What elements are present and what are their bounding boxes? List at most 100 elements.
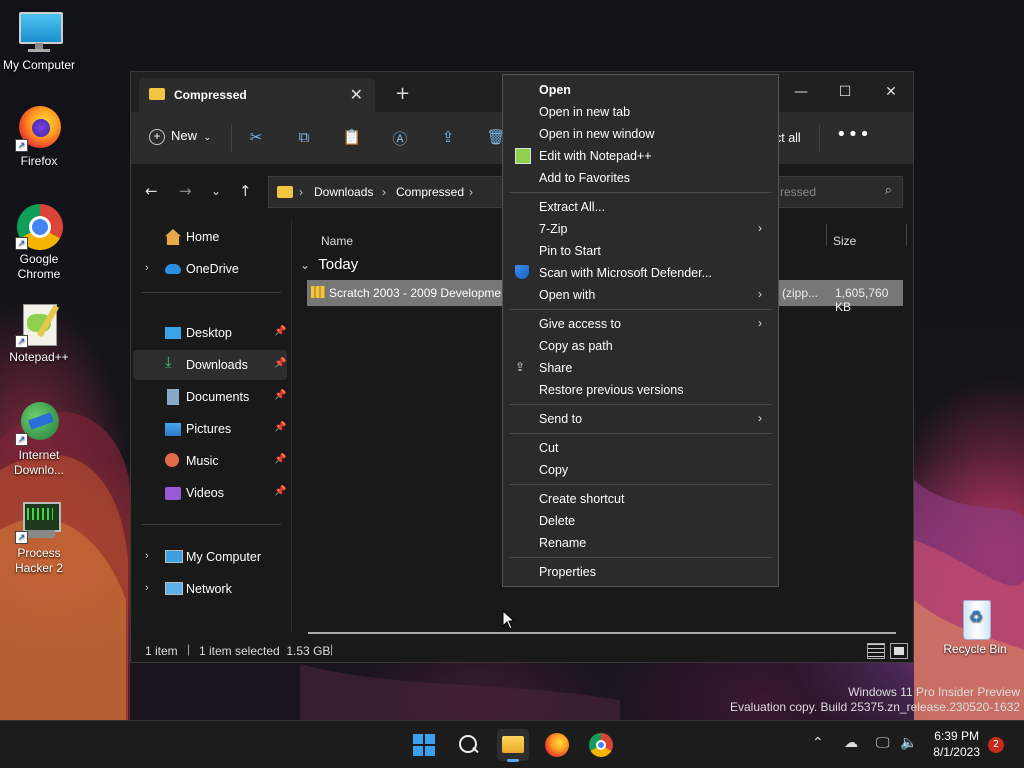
menu-item-create-shortcut[interactable]: Create shortcut bbox=[507, 488, 774, 510]
menu-item-properties[interactable]: Properties bbox=[507, 561, 774, 583]
menu-item-label: Pin to Start bbox=[539, 244, 601, 258]
search-button[interactable] bbox=[452, 729, 484, 761]
menu-item-delete[interactable]: Delete bbox=[507, 510, 774, 532]
horizontal-scrollbar[interactable] bbox=[308, 632, 896, 634]
recent-locations-button[interactable]: ⌄ bbox=[211, 184, 221, 198]
menu-item-scan-defender[interactable]: Scan with Microsoft Defender... bbox=[507, 262, 774, 284]
nav-item-label: Videos bbox=[186, 486, 224, 500]
nav-item-desktop[interactable]: Desktop 📌 bbox=[133, 318, 287, 348]
nav-item-onedrive[interactable]: › OneDrive bbox=[133, 254, 287, 284]
menu-item-pin-start[interactable]: Pin to Start bbox=[507, 240, 774, 262]
chevron-down-icon: ⌄ bbox=[300, 258, 311, 272]
menu-item-label: Add to Favorites bbox=[539, 171, 631, 185]
desktop-icon-notepadpp[interactable]: ↗ Notepad++ bbox=[1, 300, 77, 365]
chevron-right-icon[interactable]: › bbox=[145, 262, 149, 274]
details-view-icon[interactable] bbox=[867, 643, 885, 659]
menu-item-7zip[interactable]: 7-Zip › bbox=[507, 218, 774, 240]
nav-item-music[interactable]: Music 📌 bbox=[133, 446, 287, 476]
menu-item-rename[interactable]: Rename bbox=[507, 532, 774, 554]
clock[interactable]: 6:39 PM 8/1/2023 bbox=[933, 728, 980, 760]
menu-item-label: Open in new window bbox=[539, 127, 655, 141]
volume-icon[interactable]: 🔈 bbox=[900, 735, 917, 751]
menu-item-restore-versions[interactable]: Restore previous versions bbox=[507, 379, 774, 401]
close-tab-icon[interactable]: ✕ bbox=[350, 85, 363, 104]
menu-item-label: Restore previous versions bbox=[539, 383, 684, 397]
search-input[interactable]: ressed ⌕ bbox=[771, 176, 903, 208]
nav-item-my-computer[interactable]: › My Computer bbox=[133, 542, 287, 572]
menu-item-open-new-window[interactable]: Open in new window bbox=[507, 123, 774, 145]
nav-item-pictures[interactable]: Pictures 📌 bbox=[133, 414, 287, 444]
menu-item-send-to[interactable]: Send to › bbox=[507, 408, 774, 430]
menu-item-copy[interactable]: Copy bbox=[507, 459, 774, 481]
menu-item-copy-path[interactable]: Copy as path bbox=[507, 335, 774, 357]
chevron-right-icon[interactable]: › bbox=[145, 582, 149, 594]
large-icons-view-icon[interactable] bbox=[890, 643, 908, 659]
nav-item-videos[interactable]: Videos 📌 bbox=[133, 478, 287, 508]
paste-icon[interactable]: 📋 bbox=[342, 128, 362, 148]
nav-item-network[interactable]: › Network bbox=[133, 574, 287, 604]
chevron-right-icon[interactable]: › bbox=[145, 550, 149, 562]
music-icon bbox=[165, 453, 179, 467]
desktop-icon-idm[interactable]: ↗ Internet Downlo... bbox=[1, 398, 77, 478]
menu-item-give-access[interactable]: Give access to › bbox=[507, 313, 774, 335]
taskbar-firefox[interactable] bbox=[541, 729, 573, 761]
onedrive-offline-icon[interactable]: ☁ bbox=[844, 735, 858, 751]
start-button[interactable] bbox=[408, 729, 440, 761]
menu-item-add-favorites[interactable]: Add to Favorites bbox=[507, 167, 774, 189]
search-icon: ⌕ bbox=[884, 183, 892, 198]
desktop-icon-recycle-bin[interactable]: ♻ Recycle Bin bbox=[937, 596, 1013, 657]
desktop-icon-process-hacker[interactable]: ↗ Process Hacker 2 bbox=[1, 496, 77, 576]
notification-badge[interactable]: 2 bbox=[988, 737, 1004, 753]
network-icon[interactable]: 🖵 bbox=[876, 735, 890, 751]
new-tab-button[interactable]: + bbox=[395, 83, 410, 104]
pictures-icon bbox=[165, 423, 181, 436]
menu-item-extract-all[interactable]: Extract All... bbox=[507, 196, 774, 218]
tab-compressed[interactable]: Compressed ✕ bbox=[139, 78, 375, 112]
nav-item-home[interactable]: Home bbox=[133, 222, 287, 252]
group-header-today[interactable]: ⌄ Today bbox=[300, 256, 358, 273]
copy-icon[interactable]: ⧉ bbox=[294, 128, 314, 148]
new-button[interactable]: + New ⌄ bbox=[149, 128, 211, 145]
column-header-name[interactable]: Name bbox=[321, 234, 353, 248]
menu-item-open[interactable]: Open bbox=[507, 79, 774, 101]
forward-button[interactable]: → bbox=[179, 182, 192, 200]
menu-item-open-with[interactable]: Open with › bbox=[507, 284, 774, 306]
close-window-button[interactable]: ✕ bbox=[871, 78, 911, 106]
address-bar[interactable]: › Downloads › Compressed › bbox=[268, 176, 506, 208]
nav-item-downloads[interactable]: ⤓ Downloads 📌 bbox=[133, 350, 287, 380]
menu-separator bbox=[509, 192, 772, 193]
more-options-icon[interactable]: ••• bbox=[836, 124, 871, 145]
up-button[interactable]: ↑ bbox=[239, 182, 252, 200]
rename-icon[interactable]: Ⓐ bbox=[390, 128, 410, 148]
desktop-icon-chrome[interactable]: ↗ Google Chrome bbox=[1, 202, 77, 282]
taskbar-chrome[interactable] bbox=[585, 729, 617, 761]
menu-item-label: Send to bbox=[539, 412, 583, 426]
nav-item-documents[interactable]: Documents 📌 bbox=[133, 382, 287, 412]
menu-item-label: 7-Zip bbox=[539, 222, 568, 236]
menu-item-cut[interactable]: Cut bbox=[507, 437, 774, 459]
menu-separator bbox=[509, 404, 772, 405]
breadcrumb-compressed[interactable]: Compressed bbox=[396, 185, 464, 199]
minimize-button[interactable]: — bbox=[781, 78, 821, 106]
back-button[interactable]: ← bbox=[145, 182, 158, 200]
column-header-size[interactable]: Size bbox=[833, 234, 856, 248]
show-hidden-icons-button[interactable]: ⌃ bbox=[812, 735, 824, 751]
menu-item-edit-notepadpp[interactable]: Edit with Notepad++ bbox=[507, 145, 774, 167]
taskbar-file-explorer[interactable] bbox=[497, 729, 529, 762]
menu-item-share[interactable]: ⇪ Share bbox=[507, 357, 774, 379]
desktop-icon-my-computer[interactable]: My Computer bbox=[1, 8, 77, 73]
maximize-button[interactable]: ☐ bbox=[825, 78, 865, 106]
clock-time: 6:39 PM bbox=[934, 729, 979, 743]
onedrive-icon bbox=[165, 264, 181, 274]
menu-item-label: Edit with Notepad++ bbox=[539, 149, 652, 163]
os-watermark: Windows 11 Pro Insider Preview Evaluatio… bbox=[730, 685, 1020, 715]
tab-label: Compressed bbox=[174, 88, 247, 102]
breadcrumb-downloads[interactable]: Downloads bbox=[314, 185, 373, 199]
desktop-icon-firefox[interactable]: ↗ Firefox bbox=[1, 104, 77, 169]
desktop-icon-label: Google Chrome bbox=[17, 252, 61, 281]
menu-item-open-new-tab[interactable]: Open in new tab bbox=[507, 101, 774, 123]
status-divider: | bbox=[187, 642, 191, 656]
downloads-icon: ⤓ bbox=[165, 354, 172, 371]
share-icon[interactable]: ⇪ bbox=[438, 128, 458, 148]
cut-icon[interactable]: ✂ bbox=[246, 128, 266, 148]
